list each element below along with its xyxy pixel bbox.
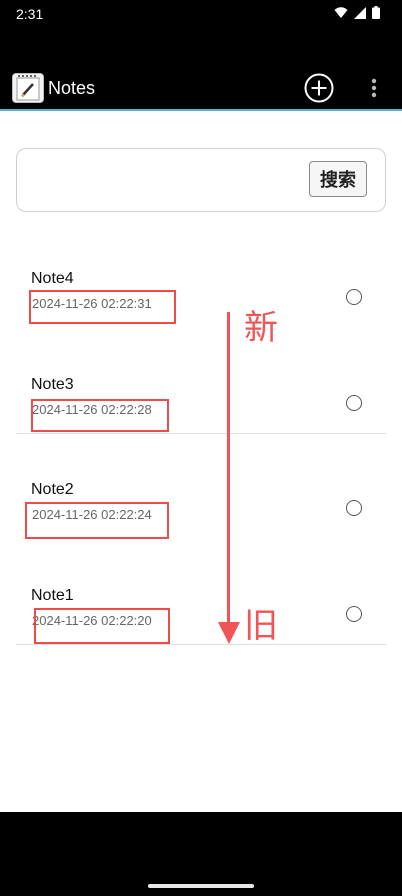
newest-label: 新: [244, 308, 278, 348]
search-input[interactable]: [27, 161, 301, 199]
home-indicator[interactable]: [148, 884, 254, 888]
more-options-icon[interactable]: [366, 76, 382, 100]
status-time: 2:31: [16, 6, 44, 22]
timestamp-highlight-box: [34, 608, 170, 644]
search-card: 搜索: [16, 148, 386, 212]
list-divider: [16, 433, 386, 434]
note-select-radio[interactable]: [346, 289, 362, 305]
note-title: Note1: [31, 587, 74, 604]
app-bar: Notes: [0, 64, 402, 111]
notepad-app-icon: [12, 73, 44, 103]
note-select-radio[interactable]: [346, 606, 362, 622]
sort-order-arrow: [227, 312, 230, 624]
add-note-icon[interactable]: [304, 73, 334, 103]
note-select-radio[interactable]: [346, 500, 362, 516]
status-icons: [334, 6, 380, 19]
status-bar: 2:31: [0, 0, 402, 64]
note-title: Note4: [31, 270, 74, 287]
search-button[interactable]: 搜索: [309, 161, 367, 197]
app-title: Notes: [48, 78, 96, 98]
note-title: Note2: [31, 481, 74, 498]
sort-order-arrow-head: [218, 622, 240, 644]
oldest-label: 旧: [244, 606, 278, 646]
timestamp-highlight-box: [25, 502, 169, 539]
navigation-bar: [0, 812, 402, 896]
note-title: Note3: [31, 376, 74, 393]
note-select-radio[interactable]: [346, 395, 362, 411]
list-divider: [16, 644, 386, 645]
timestamp-highlight-box: [31, 399, 169, 432]
signal-icon: [354, 6, 366, 19]
timestamp-highlight-box: [29, 290, 176, 324]
wifi-icon: [334, 6, 348, 18]
battery-icon: [372, 6, 380, 19]
